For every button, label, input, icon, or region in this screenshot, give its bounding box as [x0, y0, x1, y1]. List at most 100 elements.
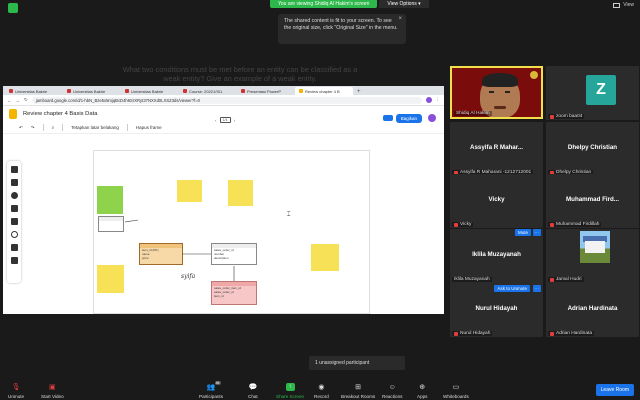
clear-frame-button[interactable]: Hapus frame: [136, 125, 162, 130]
share-button[interactable]: Bagikan: [395, 114, 422, 123]
security-shield-icon[interactable]: [8, 3, 18, 13]
participant-tile[interactable]: Jamal Hudri: [546, 229, 639, 283]
sticky-note[interactable]: [177, 180, 202, 202]
more-button[interactable]: ···: [532, 285, 541, 292]
redo-icon[interactable]: ↷: [31, 125, 35, 131]
participant-label: Jamal Hudri: [548, 277, 584, 282]
handwritten-text: syifa: [181, 273, 196, 280]
start-video-button[interactable]: ▣ Start Video: [41, 383, 64, 399]
participant-tile[interactable]: Muhammad Fird... Muhammad Firdillah: [546, 174, 639, 228]
ask-to-unmute-button[interactable]: Ask to Unmute: [494, 285, 530, 292]
participant-label: Adrian Hardinata: [548, 331, 594, 336]
next-frame-icon[interactable]: ›: [234, 118, 236, 123]
participant-tile[interactable]: Vicky Vicky: [450, 174, 543, 228]
browser-tab[interactable]: Universitas Bakrie: [63, 87, 121, 95]
browser-tab[interactable]: Course: 20221/SI1: [179, 87, 237, 95]
mute-button[interactable]: Mute: [514, 229, 531, 236]
mouse-cursor-icon: ⌶: [287, 212, 291, 218]
frame-selector[interactable]: ‹ 1/4 ›: [215, 117, 235, 123]
participant-name: Muhammad Fird...: [566, 196, 619, 203]
browser-tabs: Universitas Bakrie Universitas Bakrie Un…: [3, 86, 444, 95]
view-options-button[interactable]: View Options ▾: [379, 0, 429, 8]
mic-off-icon: [550, 277, 554, 282]
mic-off-icon: [454, 331, 458, 336]
frame-counter[interactable]: 1/4: [219, 117, 231, 123]
favicon-icon: [125, 89, 129, 93]
sticky-note[interactable]: [97, 186, 123, 214]
participant-label: Shidiq Al Hakim: [454, 111, 492, 116]
participant-name: Vicky: [488, 196, 505, 203]
shape-icon[interactable]: [10, 231, 18, 238]
question-text: What two conditions must be met before a…: [122, 65, 358, 83]
more-button[interactable]: ···: [532, 229, 541, 236]
browser-tab[interactable]: Presentasi PowerP: [237, 87, 295, 95]
participant-tile[interactable]: Adrian Hardinata Adrian Hardinata: [546, 283, 639, 337]
participants-button[interactable]: 👥 46 Participants: [199, 381, 223, 399]
new-tab-button[interactable]: +: [353, 89, 365, 95]
participants-count: 46: [214, 381, 221, 385]
prev-frame-icon[interactable]: ‹: [215, 118, 217, 123]
apps-button[interactable]: ⊕ Apps: [417, 383, 427, 399]
profile-avatar[interactable]: [425, 97, 432, 103]
image-icon[interactable]: [10, 218, 18, 225]
gallery-view-icon: [613, 2, 621, 8]
entity-field: item_id: [214, 294, 224, 298]
browser-tab-active[interactable]: Review chapter 4 B: [295, 87, 353, 95]
tooltip-text: The shared content is fit to your screen…: [284, 18, 398, 31]
jamboard-user-avatar[interactable]: [428, 114, 436, 122]
divider: [42, 124, 44, 131]
close-icon[interactable]: ×: [398, 16, 402, 23]
whiteboards-button[interactable]: ▭ Whiteboards: [443, 383, 469, 399]
record-button[interactable]: ◉ Record: [314, 383, 329, 399]
select-icon[interactable]: [10, 192, 18, 199]
participant-tile[interactable]: Z zoom baa04: [546, 66, 639, 120]
back-icon[interactable]: ←: [7, 98, 12, 103]
text-box-icon[interactable]: [10, 244, 18, 251]
participant-tile[interactable]: Assyifa R Mahar... Assyifa R Maharani -1…: [450, 122, 543, 176]
favicon-icon: [241, 89, 245, 93]
unassigned-participant-notice[interactable]: 1 unassigned participant: [309, 356, 405, 370]
unmute-button[interactable]: 🎙 Unmute: [8, 383, 24, 399]
participant-name: Nurul Hidayah: [475, 305, 518, 312]
sticky-note-icon[interactable]: [10, 205, 18, 212]
zoom-icon[interactable]: ⌕: [52, 125, 55, 130]
leave-room-button[interactable]: Leave Room: [595, 384, 634, 396]
participant-name: Iklila Muzayanah: [472, 251, 521, 258]
favicon-icon: [183, 89, 187, 93]
jamboard-logo-icon: [9, 109, 17, 119]
breakout-rooms-button[interactable]: ⊞ Breakout Rooms: [341, 383, 375, 399]
browser-tab[interactable]: Universitas Bakrie: [5, 87, 63, 95]
set-background-button[interactable]: Tetapkan latar belakang: [71, 125, 119, 130]
chat-button[interactable]: 💬 Chat: [248, 383, 258, 399]
view-button[interactable]: View: [613, 2, 634, 8]
participant-tile[interactable]: Mute ··· Iklila Muzayanah Iklila Muzayan…: [450, 229, 543, 283]
pen-icon[interactable]: [10, 166, 18, 173]
menu-icon[interactable]: ⋮: [436, 97, 441, 103]
divider: [126, 124, 128, 131]
participant-name: Assyifa R Mahar...: [470, 144, 523, 151]
jamboard-title[interactable]: Review chapter 4 Basis Data: [23, 111, 97, 117]
sticky-note[interactable]: [228, 180, 253, 206]
address-bar[interactable]: jamboard.google.com/d/1-hbN_Bze5x5mjqBcD…: [31, 96, 422, 104]
laser-icon[interactable]: [10, 257, 18, 264]
forward-icon[interactable]: →: [16, 98, 21, 103]
favicon-icon: [67, 89, 71, 93]
share-screen-button[interactable]: ↑ Share Screen: [276, 383, 304, 399]
participant-tile-active-speaker[interactable]: Shidiq Al Hakim: [450, 66, 543, 119]
participant-tile[interactable]: Ask to Unmute ··· Nurul Hidayah Nurul Hi…: [450, 283, 543, 337]
participant-name: Dhelpy Christian: [567, 144, 618, 151]
reactions-button[interactable]: ☺ Reactions: [382, 383, 402, 400]
undo-icon[interactable]: ↶: [19, 125, 23, 131]
sticky-note[interactable]: [311, 244, 339, 271]
profile-photo: [580, 231, 610, 263]
entity-sales-order-item[interactable]: sales_order_item_id sales_order_id item_…: [211, 281, 257, 305]
participant-tile[interactable]: Dhelpy Christian Dhelpy Christian: [546, 122, 639, 176]
reload-icon[interactable]: ↻: [24, 97, 28, 103]
reactions-icon: ☺: [388, 383, 396, 391]
eraser-icon[interactable]: [10, 179, 18, 186]
favicon-icon: [9, 89, 13, 93]
mic-off-icon: 🎙: [11, 384, 21, 391]
browser-tab[interactable]: Universitas Bakrie: [121, 87, 179, 95]
present-icon[interactable]: [383, 115, 393, 121]
jamboard-side-tools: [7, 161, 21, 283]
